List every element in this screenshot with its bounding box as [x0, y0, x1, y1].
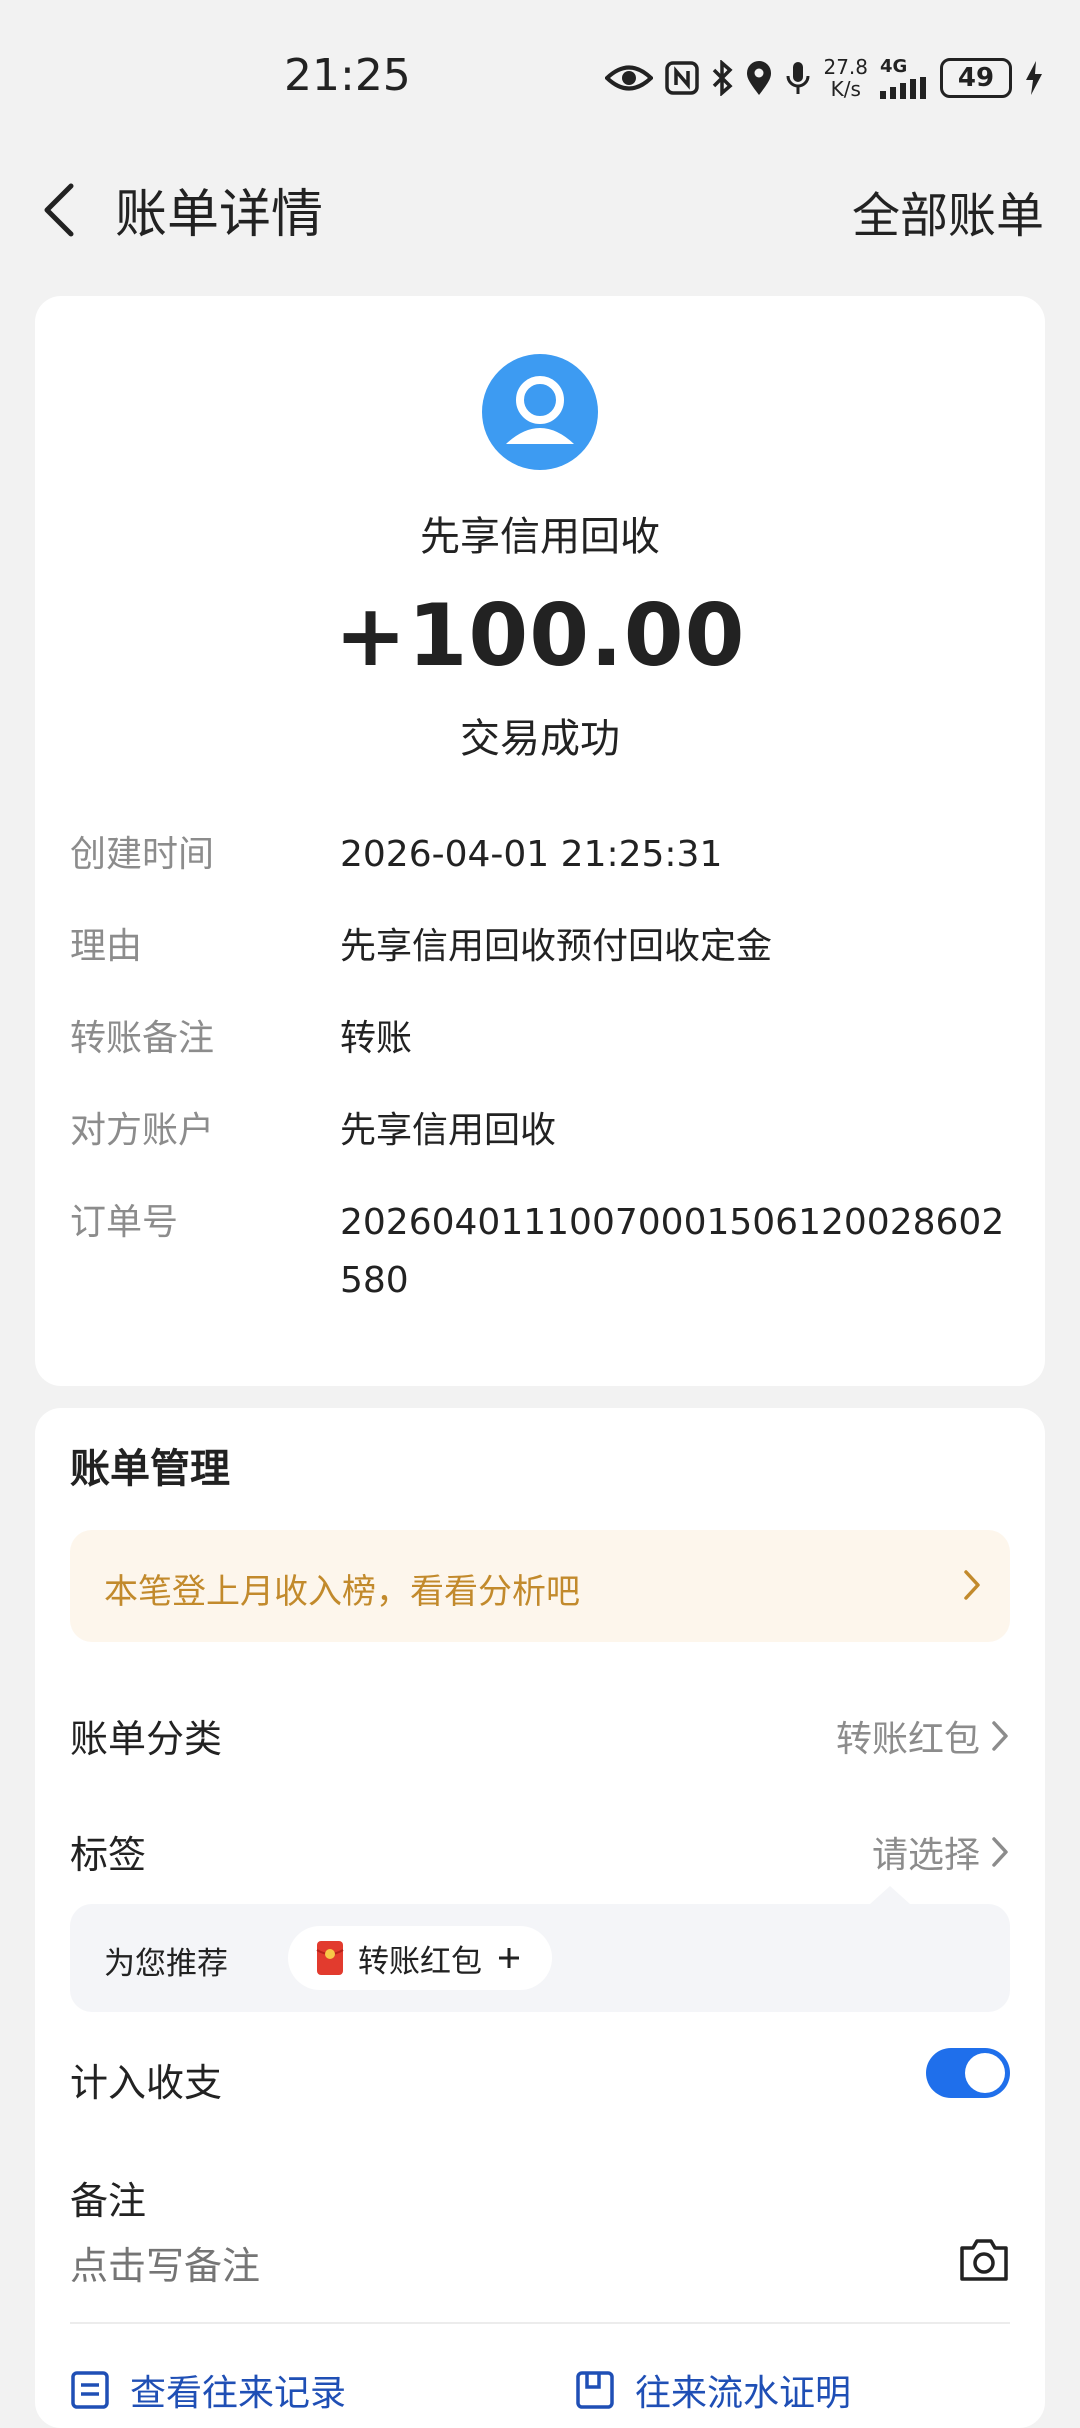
bill-management-card: 账单管理 本笔登上月收入榜，看看分析吧 账单分类 转账红包 标签 请选择 为您推… [35, 1408, 1045, 2428]
tag-value: 请选择 [871, 1835, 980, 1876]
toggle-knob [965, 2053, 1005, 2093]
chevron-right-icon [962, 1568, 982, 1606]
network-speed: 27.8 K/s [823, 56, 868, 100]
view-history-link[interactable]: 查看往来记录 [70, 2364, 346, 2416]
bill-category-row[interactable]: 账单分类 转账红包 [70, 1698, 1010, 1768]
recommend-label: 为您推荐 [104, 1946, 228, 1982]
income-ranking-banner[interactable]: 本笔登上月收入榜，看看分析吧 [70, 1530, 1010, 1642]
plus-icon [499, 1948, 519, 1968]
note-input[interactable] [70, 2244, 930, 2288]
battery-indicator: 49 [940, 58, 1012, 98]
camera-icon [960, 2239, 1008, 2281]
detail-label: 理由 [70, 926, 143, 967]
avatar [482, 354, 598, 470]
chevron-right-icon [992, 1837, 1008, 1867]
signal-icon: 4G [880, 57, 928, 99]
tag-recommendation-box: 为您推荐 转账红包 [70, 1886, 1010, 2012]
order-number[interactable]: 20260401110070001506120028602580 [340, 1194, 1020, 1310]
row-label: 计入收支 [70, 2061, 223, 2105]
page-title: 账单详情 [115, 185, 324, 245]
charging-icon [1024, 60, 1044, 96]
row-value: 请选择 [872, 1826, 1010, 1878]
detail-label: 订单号 [70, 1202, 179, 1243]
statement-proof-link[interactable]: 往来流水证明 [575, 2364, 851, 2416]
count-in-balance-toggle[interactable] [926, 2048, 1010, 2098]
chevron-left-icon [44, 183, 74, 237]
status-icons: 27.8 K/s 4G 49 [605, 52, 1044, 104]
detail-value: 先享信用回收 [340, 1110, 557, 1151]
chip-label: 转账红包 [358, 1943, 482, 1980]
detail-label: 转账备注 [70, 1018, 215, 1059]
network-speed-unit: K/s [830, 77, 861, 101]
transaction-card: 先享信用回收 +100.00 交易成功 创建时间 2026-04-01 21:2… [35, 296, 1045, 1386]
footer-link-label: 往来流水证明 [635, 2373, 852, 2414]
note-label: 备注 [70, 2179, 147, 2223]
payer-name: 先享信用回收 [420, 514, 660, 560]
document-icon [576, 2371, 614, 2409]
promo-text: 本笔登上月收入榜，看看分析吧 [104, 1572, 580, 1612]
microphone-icon [785, 60, 811, 96]
bluetooth-icon [711, 60, 734, 96]
divider [70, 2322, 1010, 2324]
camera-button[interactable] [958, 2236, 1010, 2286]
detail-label: 创建时间 [70, 834, 215, 875]
footer-links: 查看往来记录 往来流水证明 [70, 2364, 1010, 2424]
user-icon [506, 376, 574, 444]
popover-pointer [870, 1886, 910, 1904]
transaction-status: 交易成功 [460, 716, 620, 762]
section-title: 账单管理 [70, 1446, 230, 1492]
detail-value: 转账 [340, 1018, 413, 1059]
row-label: 标签 [70, 1833, 147, 1877]
history-icon [71, 2371, 109, 2409]
back-button[interactable] [32, 178, 84, 242]
row-label: 账单分类 [70, 1717, 223, 1761]
status-bar: 21:25 27.8 K/s 4G 49 [0, 0, 1080, 150]
row-value: 转账红包 [836, 1710, 1010, 1762]
category-value: 转账红包 [835, 1719, 980, 1760]
detail-value: 2026-04-01 21:25:31 [340, 834, 723, 875]
detail-value: 先享信用回收预付回收定金 [340, 926, 773, 967]
count-in-balance-row: 计入收支 [70, 2042, 1010, 2112]
eye-icon [605, 63, 654, 93]
recommended-tag-chip[interactable]: 转账红包 [288, 1926, 552, 1990]
location-icon [745, 60, 773, 96]
status-time: 21:25 [284, 50, 411, 101]
all-bills-link[interactable]: 全部账单 [852, 176, 1044, 246]
chevron-right-icon [992, 1721, 1008, 1751]
detail-label: 对方账户 [70, 1110, 215, 1151]
network-speed-value: 27.8 [823, 55, 868, 79]
nav-bar: 账单详情 全部账单 [0, 150, 1080, 260]
red-envelope-icon [316, 1941, 344, 1975]
nfc-icon [665, 61, 700, 95]
transaction-amount: +100.00 [334, 586, 746, 686]
network-type: 4G [880, 56, 908, 77]
footer-link-label: 查看往来记录 [130, 2373, 347, 2414]
tag-row[interactable]: 标签 请选择 [70, 1814, 1010, 1884]
